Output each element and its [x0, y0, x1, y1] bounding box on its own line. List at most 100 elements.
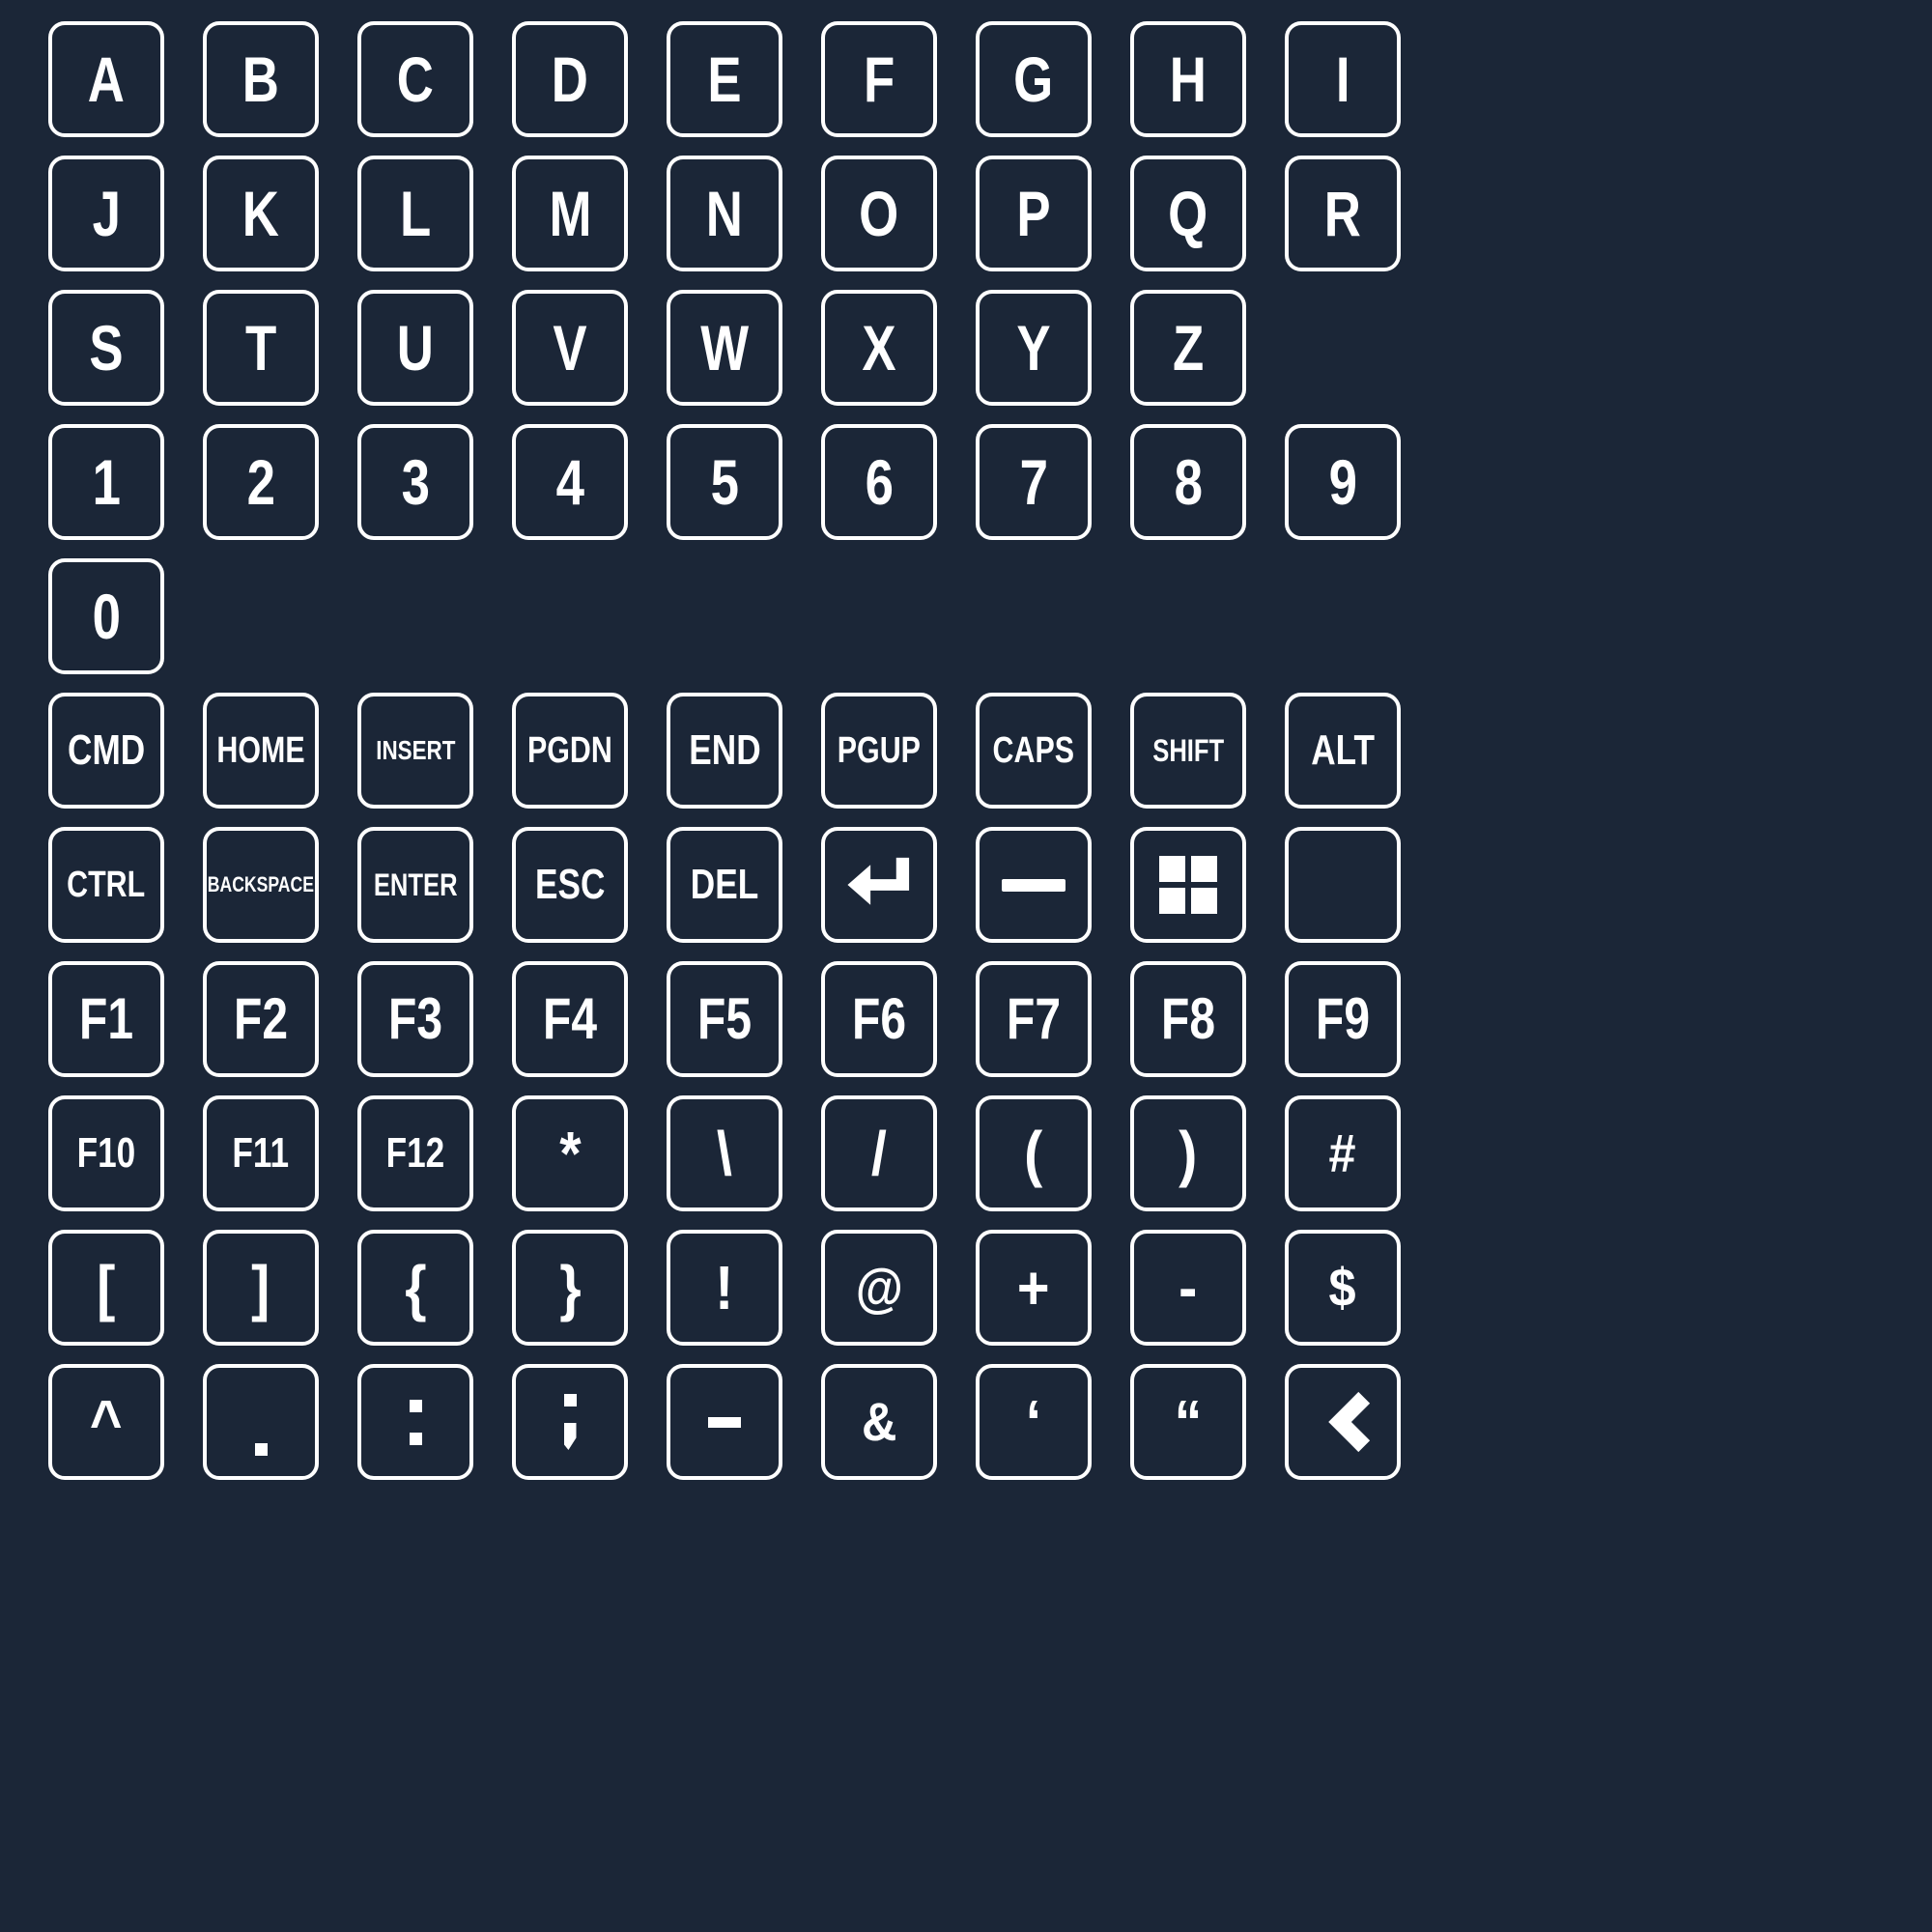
windows-logo-icon[interactable]	[1130, 827, 1246, 943]
key-f1[interactable]: F1	[48, 961, 164, 1077]
key-z[interactable]: Z	[1130, 290, 1246, 406]
key-text-label: 6	[865, 446, 894, 518]
key-bracket-left[interactable]: [	[48, 1230, 164, 1346]
minus-bar-icon	[1002, 878, 1065, 892]
key-f10[interactable]: F10	[48, 1095, 164, 1211]
key-f7[interactable]: F7	[976, 961, 1092, 1077]
key-f4[interactable]: F4	[512, 961, 628, 1077]
key-3[interactable]: 3	[357, 424, 473, 540]
key-t[interactable]: T	[203, 290, 319, 406]
key-plus[interactable]: +	[976, 1230, 1092, 1346]
key-enter[interactable]: ENTER	[357, 827, 473, 943]
key-symbol-label: *	[558, 1119, 582, 1188]
key-j[interactable]: J	[48, 156, 164, 271]
key-4[interactable]: 4	[512, 424, 628, 540]
key-f[interactable]: F	[821, 21, 937, 137]
key-a[interactable]: A	[48, 21, 164, 137]
key-paren-left[interactable]: (	[976, 1095, 1092, 1211]
key-caret[interactable]: ^	[48, 1364, 164, 1480]
key-at-sign[interactable]: @	[821, 1230, 937, 1346]
key-double-quote[interactable]: “	[1130, 1364, 1246, 1480]
enter-arrow-icon[interactable]	[821, 827, 937, 943]
key-v[interactable]: V	[512, 290, 628, 406]
key-period[interactable]	[203, 1364, 319, 1480]
key-x[interactable]: X	[821, 290, 937, 406]
key-backslash[interactable]: \	[667, 1095, 782, 1211]
key-dollar[interactable]: $	[1285, 1230, 1401, 1346]
key-f9[interactable]: F9	[1285, 961, 1401, 1077]
key-f8[interactable]: F8	[1130, 961, 1246, 1077]
key-f6[interactable]: F6	[821, 961, 937, 1077]
key-f11[interactable]: F11	[203, 1095, 319, 1211]
key-r[interactable]: R	[1285, 156, 1401, 271]
key-0[interactable]: 0	[48, 558, 164, 674]
key-8[interactable]: 8	[1130, 424, 1246, 540]
key-dash[interactable]	[667, 1364, 782, 1480]
key-esc[interactable]: ESC	[512, 827, 628, 943]
key-semicolon[interactable]	[512, 1364, 628, 1480]
key-q[interactable]: Q	[1130, 156, 1246, 271]
key-p[interactable]: P	[976, 156, 1092, 271]
key-paren-right[interactable]: )	[1130, 1095, 1246, 1211]
key-text-label: F8	[1160, 986, 1216, 1051]
key-o[interactable]: O	[821, 156, 937, 271]
key-bracket-right[interactable]: ]	[203, 1230, 319, 1346]
key-home[interactable]: HOME	[203, 693, 319, 809]
key-text-label: F10	[76, 1129, 136, 1177]
key-pgup[interactable]: PGUP	[821, 693, 937, 809]
key-y[interactable]: Y	[976, 290, 1092, 406]
key-backspace[interactable]: BACKSPACE	[203, 827, 319, 943]
key-brace-right[interactable]: }	[512, 1230, 628, 1346]
key-pgdn[interactable]: PGDN	[512, 693, 628, 809]
key-hash[interactable]: #	[1285, 1095, 1401, 1211]
key-6[interactable]: 6	[821, 424, 937, 540]
key-5[interactable]: 5	[667, 424, 782, 540]
key-text-label: K	[242, 178, 280, 249]
key-f5[interactable]: F5	[667, 961, 782, 1077]
key-asterisk[interactable]: *	[512, 1095, 628, 1211]
key-del[interactable]: DEL	[667, 827, 782, 943]
key-2[interactable]: 2	[203, 424, 319, 540]
key-m[interactable]: M	[512, 156, 628, 271]
key-f2[interactable]: F2	[203, 961, 319, 1077]
key-w[interactable]: W	[667, 290, 782, 406]
key-9[interactable]: 9	[1285, 424, 1401, 540]
key-end[interactable]: END	[667, 693, 782, 809]
key-hyphen[interactable]: -	[1130, 1230, 1246, 1346]
key-alt[interactable]: ALT	[1285, 693, 1401, 809]
key-7[interactable]: 7	[976, 424, 1092, 540]
key-h[interactable]: H	[1130, 21, 1246, 137]
key-i[interactable]: I	[1285, 21, 1401, 137]
minus-bar-icon[interactable]	[976, 827, 1092, 943]
key-e[interactable]: E	[667, 21, 782, 137]
key-u[interactable]: U	[357, 290, 473, 406]
key-f12[interactable]: F12	[357, 1095, 473, 1211]
key-g[interactable]: G	[976, 21, 1092, 137]
key-cmd[interactable]: CMD	[48, 693, 164, 809]
key-brace-left[interactable]: {	[357, 1230, 473, 1346]
key-single-quote[interactable]: ‘	[976, 1364, 1092, 1480]
key-ctrl[interactable]: CTRL	[48, 827, 164, 943]
key-c[interactable]: C	[357, 21, 473, 137]
key-caps[interactable]: CAPS	[976, 693, 1092, 809]
key-ampersand[interactable]: &	[821, 1364, 937, 1480]
key-k[interactable]: K	[203, 156, 319, 271]
key-insert[interactable]: INSERT	[357, 693, 473, 809]
key-n[interactable]: N	[667, 156, 782, 271]
key-slash[interactable]: /	[821, 1095, 937, 1211]
key-text-label: F5	[696, 986, 753, 1051]
key-symbol-label: &	[861, 1391, 897, 1452]
key-d[interactable]: D	[512, 21, 628, 137]
key-text-label: N	[705, 178, 744, 249]
key-exclamation[interactable]: !	[667, 1230, 782, 1346]
chevron-left-icon[interactable]	[1285, 1364, 1401, 1480]
key-text-label: 7	[1019, 446, 1048, 518]
key-1[interactable]: 1	[48, 424, 164, 540]
key-colon[interactable]	[357, 1364, 473, 1480]
key-l[interactable]: L	[357, 156, 473, 271]
key-shift[interactable]: SHIFT	[1130, 693, 1246, 809]
key-b[interactable]: B	[203, 21, 319, 137]
blank-key-icon[interactable]	[1285, 827, 1401, 943]
key-s[interactable]: S	[48, 290, 164, 406]
key-f3[interactable]: F3	[357, 961, 473, 1077]
